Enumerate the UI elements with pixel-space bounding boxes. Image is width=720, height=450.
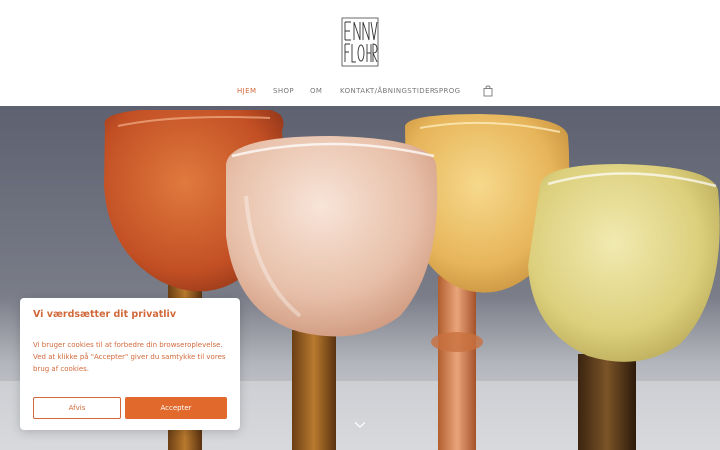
jenny-flohr-logo[interactable] bbox=[340, 16, 380, 68]
nav-item-om[interactable]: OM bbox=[310, 87, 322, 95]
cookie-description: Vi bruger cookies til at forbedre din br… bbox=[33, 341, 226, 373]
accept-button[interactable]: Accepter bbox=[125, 397, 227, 419]
shopping-bag-icon[interactable] bbox=[483, 85, 493, 97]
nav-item-kontakt[interactable]: KONTAKT/ÅBNINGSTIDER bbox=[340, 87, 435, 95]
cookie-title: Vi værdsætter dit privatliv bbox=[33, 309, 177, 320]
cookie-consent-banner: Vi værdsætter dit privatliv Vi bruger co… bbox=[20, 298, 240, 430]
chevron-down-icon[interactable] bbox=[354, 421, 366, 429]
site-header: HJEM SHOP OM KONTAKT/ÅBNINGSTIDER SPROG bbox=[0, 0, 720, 106]
main-navigation: HJEM SHOP OM KONTAKT/ÅBNINGSTIDER SPROG bbox=[0, 80, 720, 102]
decline-button[interactable]: Afvis bbox=[33, 397, 121, 419]
nav-item-sprog[interactable]: SPROG bbox=[434, 87, 460, 95]
nav-item-hjem[interactable]: HJEM bbox=[237, 87, 256, 95]
nav-item-shop[interactable]: SHOP bbox=[273, 87, 294, 95]
